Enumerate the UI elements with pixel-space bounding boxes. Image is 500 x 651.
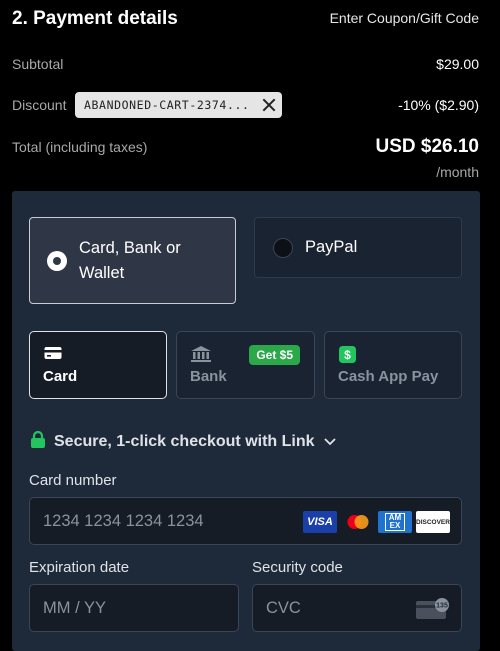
remove-discount-icon[interactable] (262, 98, 276, 112)
link-checkout-toggle[interactable]: Secure, 1-click checkout with Link (31, 430, 336, 453)
radio-unselected-icon[interactable] (273, 237, 293, 258)
discount-value: -10% ($2.90) (398, 97, 479, 113)
total-period: /month (436, 164, 479, 180)
subtotal-value: $29.00 (436, 56, 479, 72)
svg-text:$: $ (344, 348, 351, 362)
subtotal-label: Subtotal (12, 56, 64, 72)
radio-selected-icon[interactable] (47, 250, 67, 271)
tab-bank-label: Bank (190, 368, 227, 385)
discount-code-chip: ABANDONED-CART-2374... (75, 92, 282, 118)
total-amount: USD $26.10 (375, 136, 479, 157)
tab-card[interactable]: Card (29, 331, 167, 399)
bank-icon (191, 346, 211, 367)
cvc-card-icon: 135 (416, 597, 450, 624)
tab-cash-app-pay[interactable]: $ Cash App Pay (324, 331, 462, 399)
svg-text:135: 135 (436, 603, 448, 610)
lock-icon (31, 430, 45, 453)
tab-bank[interactable]: Get $5 Bank (176, 331, 315, 399)
payment-method-paypal[interactable]: PayPal (254, 217, 462, 278)
discount-code: ABANDONED-CART-2374... (84, 98, 250, 112)
security-code-label: Security code (252, 559, 343, 576)
payment-method-card-bank-wallet[interactable]: Card, Bank or Wallet (29, 217, 236, 304)
expiration-label: Expiration date (29, 559, 130, 576)
security-code-placeholder: CVC (266, 598, 301, 617)
card-number-input[interactable]: 1234 1234 1234 1234 VISA AM EX DISCOVER (29, 497, 462, 545)
card-number-label: Card number (29, 472, 117, 489)
security-code-input[interactable]: CVC 135 (252, 584, 462, 632)
total-label: Total (including taxes) (12, 139, 148, 155)
cashapp-icon: $ (339, 346, 356, 368)
paypal-label: PayPal (305, 238, 358, 256)
enter-coupon-link[interactable]: Enter Coupon/Gift Code (330, 10, 479, 26)
discover-logo-icon: DISCOVER (416, 511, 450, 533)
payment-method-label: Card, Bank or Wallet (79, 238, 181, 282)
mastercard-logo-icon (342, 511, 374, 533)
chevron-down-icon (323, 433, 336, 451)
visa-logo-icon: VISA (303, 511, 337, 533)
tab-cash-app-pay-label: Cash App Pay (338, 368, 439, 385)
payment-panel: Card, Bank or Wallet PayPal Card Get $5 … (12, 191, 480, 651)
expiration-placeholder: MM / YY (43, 598, 106, 617)
link-checkout-text: Secure, 1-click checkout with Link (54, 433, 315, 450)
discount-label: Discount (12, 97, 67, 113)
page-title: 2. Payment details (12, 8, 178, 29)
bank-promo-badge: Get $5 (249, 345, 300, 365)
amex-logo-icon: AM EX (378, 511, 412, 533)
card-number-placeholder: 1234 1234 1234 1234 (43, 511, 204, 530)
expiration-input[interactable]: MM / YY (29, 584, 239, 632)
card-icon (44, 346, 62, 365)
tab-card-label: Card (43, 368, 78, 385)
